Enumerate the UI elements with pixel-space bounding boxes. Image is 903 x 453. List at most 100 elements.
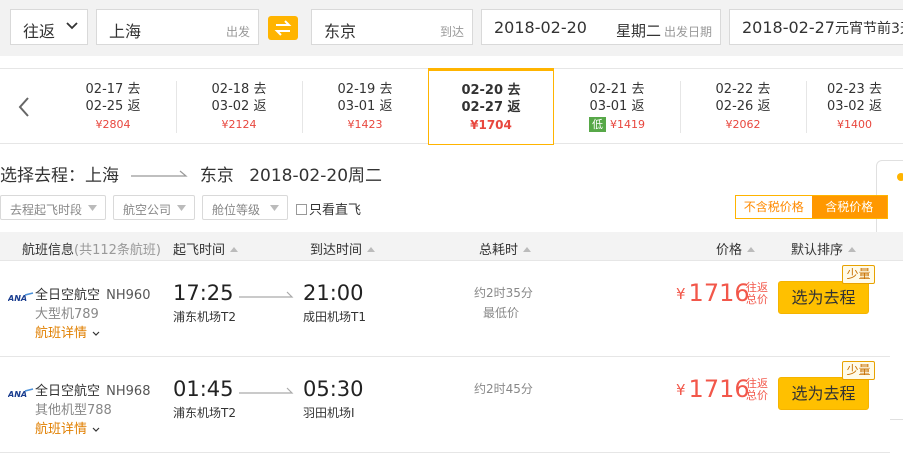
depart-weekday: 星期二 xyxy=(616,22,662,40)
flight-row: ANA 全日空航空 NH960 大型机789 航班详情 17:25 浦东机场T2… xyxy=(0,261,890,357)
sort-dep-time[interactable]: 起飞时间 xyxy=(173,239,239,258)
flight-arrow-icon xyxy=(239,387,294,394)
depart-date-value: 2018-02-20 xyxy=(494,18,587,37)
date-option[interactable]: 02-22 去 02-26 返 ¥2062 xyxy=(680,69,806,143)
sort-arr-time-label: 到达时间 xyxy=(310,243,363,258)
date-return: 02-27 返 xyxy=(461,100,521,115)
date-return: 03-02 返 xyxy=(211,99,267,114)
airline-label: 全日空航空 xyxy=(35,384,101,399)
chevron-down-icon xyxy=(66,22,78,30)
airline-filter[interactable]: 航空公司 xyxy=(113,195,195,220)
arr-airport: 成田机场T1 xyxy=(303,310,366,324)
flight-duration: 约2时35分 xyxy=(474,286,533,300)
to-hint: 到达 xyxy=(439,25,464,39)
sort-dep-time-label: 起飞时间 xyxy=(173,243,226,258)
date-return: 03-02 返 xyxy=(827,99,882,114)
seats-left-badge: 少量 xyxy=(842,265,875,284)
airline-name: 全日空航空 NH968 xyxy=(35,380,150,399)
return-date-line: 2018-02-27元宵节前3天 xyxy=(742,18,903,38)
currency-symbol: ¥ xyxy=(676,285,686,303)
chevron-left-icon xyxy=(18,97,29,117)
direct-only-label: 只看直飞 xyxy=(309,203,362,218)
flight-arrow-icon xyxy=(239,291,294,298)
flight-duration: 约2时45分 xyxy=(474,382,533,396)
date-price: ¥2062 xyxy=(725,118,761,131)
date-price: ¥2124 xyxy=(221,118,257,131)
route-arrow-icon xyxy=(131,170,189,177)
from-city-field[interactable]: 上海 出发 xyxy=(96,9,259,45)
sort-icon xyxy=(747,247,756,252)
tax-included-option[interactable]: 含税价格 xyxy=(811,196,887,218)
to-city-field[interactable]: 东京 到达 xyxy=(311,9,473,45)
date-option[interactable]: 02-19 去 03-01 返 ¥1423 xyxy=(302,69,428,143)
col-flight-info: 航班信息(共112条航班) xyxy=(22,239,161,258)
chevron-down-icon xyxy=(92,427,100,432)
date-depart: 02-21 去 xyxy=(589,82,645,97)
date-depart: 02-23 去 xyxy=(827,82,882,97)
trip-type-value: 往返 xyxy=(23,22,56,41)
date-return: 03-01 返 xyxy=(337,99,393,114)
depart-date-field[interactable]: 2018-02-20 星期二 出发日期 xyxy=(481,9,721,45)
date-price: ¥1704 xyxy=(470,118,512,132)
route-date: 2018-02-20周二 xyxy=(249,166,383,186)
sort-default[interactable]: 默认排序 xyxy=(791,239,857,258)
to-city-value: 东京 xyxy=(324,22,357,41)
from-city-value: 上海 xyxy=(109,22,142,41)
sort-price[interactable]: 价格 xyxy=(716,239,756,258)
date-depart: 02-20 去 xyxy=(461,83,521,98)
caret-down-icon xyxy=(270,205,279,211)
return-date-field[interactable]: 2018-02-27元宵节前3天 xyxy=(729,9,903,45)
depart-hint: 出发日期 xyxy=(663,25,712,39)
tax-excluded-option[interactable]: 不含税价格 xyxy=(736,196,812,218)
price-value: 1716 xyxy=(688,375,750,403)
return-holiday-note: 元宵节前3天 xyxy=(834,21,903,37)
sort-price-label: 价格 xyxy=(716,243,743,258)
sort-arr-time[interactable]: 到达时间 xyxy=(310,239,376,258)
from-hint: 出发 xyxy=(225,25,250,39)
flight-number: NH960 xyxy=(106,288,151,303)
chevron-down-icon xyxy=(92,331,100,336)
direct-only-checkbox[interactable]: 只看直飞 xyxy=(296,199,361,218)
date-return: 02-25 返 xyxy=(85,99,141,114)
price-value: 1716 xyxy=(688,279,750,307)
lowest-price-note: 最低价 xyxy=(483,306,520,320)
swap-cities-button[interactable] xyxy=(268,16,298,40)
date-price-strip: 02-17 去 02-25 返 ¥2804 02-18 去 03-02 返 ¥2… xyxy=(0,68,903,145)
select-outbound-button[interactable]: 选为去程 xyxy=(778,377,869,410)
sort-duration[interactable]: 总耗时 xyxy=(479,239,532,258)
date-price: ¥2804 xyxy=(95,118,131,131)
date-depart: 02-18 去 xyxy=(211,82,267,97)
date-option[interactable]: 02-17 去 02-25 返 ¥2804 xyxy=(50,69,176,143)
ana-logo-icon: ANA xyxy=(8,292,34,303)
flight-detail-link[interactable]: 航班详情 xyxy=(35,322,100,341)
airline-name: 全日空航空 NH960 xyxy=(35,284,150,303)
trip-type-select[interactable]: 往返 xyxy=(10,9,88,45)
return-date-value: 2018-02-27 xyxy=(742,18,835,37)
sort-icon xyxy=(367,247,376,252)
search-bar: 往返 上海 出发 东京 到达 2018-02-20 星期二 出发日期 2018-… xyxy=(0,0,903,56)
arr-airport: 羽田机场I xyxy=(303,406,355,420)
cabin-filter[interactable]: 舱位等级 xyxy=(202,195,288,220)
price-tag: 往返总价 xyxy=(746,377,768,402)
date-option[interactable]: 02-18 去 03-02 返 ¥2124 xyxy=(176,69,302,143)
dep-time: 01:45 xyxy=(173,377,234,401)
dep-time-filter[interactable]: 去程起飞时段 xyxy=(0,195,106,220)
date-price: ¥1423 xyxy=(347,118,383,131)
route-title: 选择去程：上海 东京 2018-02-20周二 xyxy=(0,161,383,186)
sort-icon xyxy=(523,247,532,252)
col-flight-info-label: 航班信息 xyxy=(22,243,75,258)
flight-detail-link[interactable]: 航班详情 xyxy=(35,418,100,437)
aircraft-type: 其他机型788 xyxy=(35,403,112,418)
date-option[interactable]: 02-23 去 03-02 返 ¥1400 xyxy=(806,69,903,143)
flight-number: NH968 xyxy=(106,384,151,399)
prev-dates-button[interactable] xyxy=(0,69,50,143)
sort-icon xyxy=(848,247,857,252)
svg-text:ANA: ANA xyxy=(8,294,27,303)
date-price: ¥1400 xyxy=(837,118,872,131)
flight-detail-label: 航班详情 xyxy=(35,422,88,437)
sort-duration-label: 总耗时 xyxy=(479,243,519,258)
checkbox-icon xyxy=(296,204,307,215)
select-outbound-button[interactable]: 选为去程 xyxy=(778,281,869,314)
date-option[interactable]: 02-21 去 03-01 返 低 ¥1419 xyxy=(554,69,680,143)
date-option-selected[interactable]: 02-20 去 02-27 返 ¥1704 xyxy=(428,68,554,145)
